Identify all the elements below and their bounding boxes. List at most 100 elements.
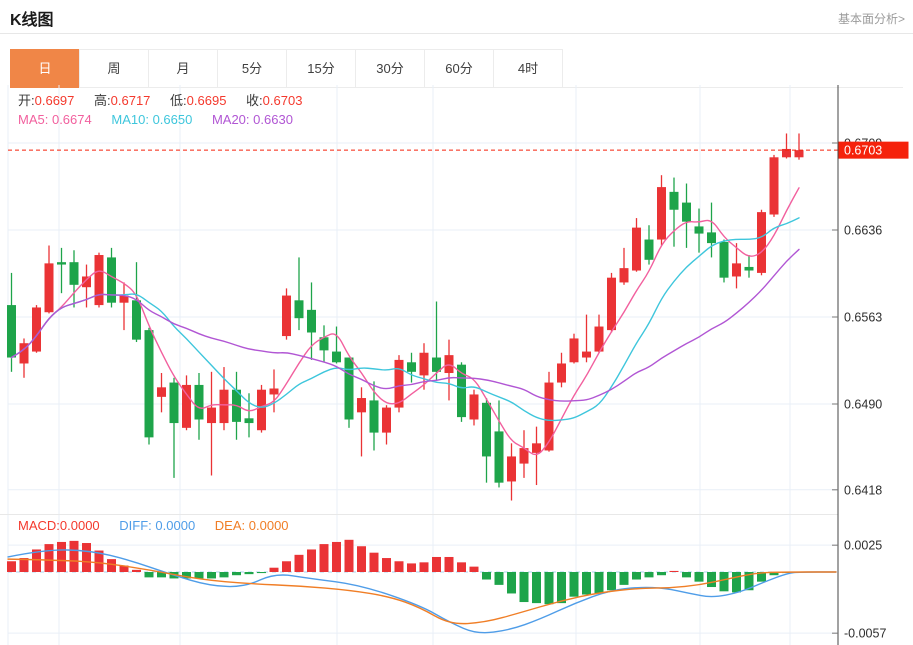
candle-down: [145, 330, 154, 437]
candle-down: [670, 192, 679, 210]
candle-up: [657, 187, 666, 239]
tab-15min[interactable]: 15分: [286, 49, 356, 88]
macd-bar: [345, 540, 354, 572]
open-value: 0.6697: [35, 93, 75, 108]
ma10-value: 0.6650: [153, 112, 193, 127]
candle-up: [32, 307, 41, 351]
macd-bar: [695, 572, 704, 582]
candlestick-macd-chart[interactable]: 0.67090.66360.65630.64900.64180.0025-0.0…: [0, 85, 913, 645]
low-value: 0.6695: [187, 93, 227, 108]
candle-up: [757, 212, 766, 273]
macd-bar: [145, 572, 154, 577]
candle-down: [70, 262, 79, 285]
macd-bar: [270, 568, 279, 572]
macd-bar: [257, 572, 266, 573]
candle-up: [607, 278, 616, 330]
candle-down: [645, 240, 654, 260]
macd-bar: [307, 549, 316, 572]
axis-tick-label: 0.6418: [844, 483, 882, 497]
macd-bar: [357, 546, 366, 572]
candle-up: [357, 398, 366, 412]
candle-down: [7, 305, 16, 357]
macd-bar: [520, 572, 529, 602]
macd-bar: [395, 561, 404, 572]
candle-down: [695, 226, 704, 233]
ma5-value: 0.6674: [52, 112, 92, 127]
macd-bar: [220, 572, 229, 577]
macd-bar: [407, 563, 416, 572]
macd-bar: [70, 541, 79, 572]
ma20-value: 0.6630: [253, 112, 293, 127]
diff-value: 0.0000: [155, 518, 195, 533]
candle-up: [45, 263, 54, 312]
macd-bar: [620, 572, 629, 585]
macd-bar: [195, 572, 204, 578]
candle-up: [257, 390, 266, 431]
candle-up: [632, 228, 641, 271]
macd-bar: [670, 571, 679, 572]
dea-value: 0.0000: [249, 518, 289, 533]
macd-bar: [320, 544, 329, 572]
fundamental-analysis-link[interactable]: 基本面分析>: [838, 10, 905, 27]
candle-up: [282, 296, 291, 337]
tab-5min[interactable]: 5分: [217, 49, 287, 88]
macd-bar: [545, 572, 554, 604]
macd-bar: [282, 561, 291, 572]
candle-down: [707, 232, 716, 243]
ma5-line: [12, 188, 800, 455]
tab-4hour[interactable]: 4时: [493, 49, 563, 88]
candle-down: [482, 403, 491, 457]
candle-down: [745, 267, 754, 271]
macd-bar: [7, 561, 16, 572]
candle-up: [157, 387, 166, 397]
macd-bar: [720, 572, 729, 591]
macd-bar: [432, 557, 441, 572]
candle-up: [220, 390, 229, 423]
macd-bar: [332, 542, 341, 572]
macd-bar: [420, 562, 429, 572]
macd-bar: [107, 559, 116, 572]
macd-bar: [370, 553, 379, 572]
macd-bar: [682, 572, 691, 577]
tab-week[interactable]: 周: [79, 49, 149, 88]
tab-day[interactable]: 日: [10, 49, 80, 88]
ma-readout: MA5: 0.6674 MA10: 0.6650 MA20: 0.6630: [18, 112, 309, 127]
candle-down: [57, 262, 66, 264]
macd-bar: [245, 572, 254, 574]
axis-tick-label: 0.6636: [844, 224, 882, 238]
candle-up: [795, 150, 804, 157]
close-value: 0.6703: [263, 93, 303, 108]
tab-60min[interactable]: 60分: [424, 49, 494, 88]
axis-tick-label: 0.6490: [844, 398, 882, 412]
candle-up: [470, 394, 479, 419]
candle-up: [445, 355, 454, 373]
ohlc-readout: 开:0.6697 高:0.6717 低:0.6695 收:0.6703: [18, 93, 318, 108]
candle-up: [582, 352, 591, 358]
candle-up: [420, 353, 429, 376]
macd-bar: [295, 555, 304, 572]
high-value: 0.6717: [111, 93, 151, 108]
candle-down: [307, 310, 316, 333]
kline-page: { "header": { "title": "K线图", "link_labe…: [0, 0, 913, 645]
macd-bar: [132, 570, 141, 572]
macd-bar: [532, 572, 541, 603]
macd-bar: [57, 542, 66, 572]
candle-down: [407, 362, 416, 372]
candle-down: [170, 383, 179, 424]
candle-down: [132, 300, 141, 339]
candle-up: [732, 263, 741, 276]
macd-bar: [607, 572, 616, 590]
candle-down: [370, 400, 379, 432]
tab-month[interactable]: 月: [148, 49, 218, 88]
tab-30min[interactable]: 30分: [355, 49, 425, 88]
close-label: 收:: [246, 93, 263, 108]
candle-up: [770, 157, 779, 214]
ma10-line: [12, 218, 800, 421]
macd-label: MACD:: [18, 518, 60, 533]
macd-bar: [645, 572, 654, 577]
candle-up: [270, 389, 279, 395]
candle-up: [620, 268, 629, 282]
candle-up: [382, 408, 391, 433]
axis-tick-label: 0.6563: [844, 311, 882, 325]
page-title: K线图: [10, 6, 54, 30]
